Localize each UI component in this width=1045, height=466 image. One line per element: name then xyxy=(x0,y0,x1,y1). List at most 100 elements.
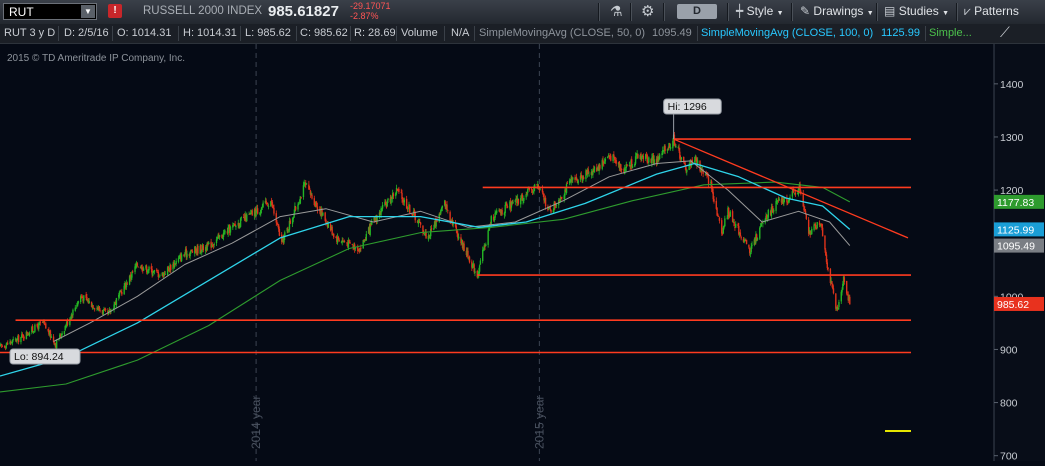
candle-body xyxy=(467,250,469,258)
candle-body xyxy=(648,157,650,163)
candle-body xyxy=(838,302,840,307)
candle-body xyxy=(43,320,45,324)
divider xyxy=(178,26,179,41)
candle-body xyxy=(300,197,302,199)
candle-body xyxy=(322,212,324,216)
candle-body xyxy=(148,266,150,271)
candle-body xyxy=(403,199,406,203)
plot-background xyxy=(0,44,994,461)
candle-body xyxy=(686,169,688,173)
patterns-button[interactable]: ⩗ Patterns xyxy=(964,4,1019,19)
y-tick-label: 800 xyxy=(1000,398,1018,410)
sma50-label[interactable]: SimpleMovingAvg (CLOSE, 50, 0) xyxy=(479,27,645,39)
sma100-label[interactable]: SimpleMovingAvg (CLOSE, 100, 0) xyxy=(701,27,873,39)
candle-body xyxy=(794,192,797,195)
candle-body xyxy=(104,308,107,310)
chevron-down-icon: ▼ xyxy=(866,10,874,17)
candle-body xyxy=(159,275,161,277)
candle-body xyxy=(99,310,101,312)
candle-body xyxy=(544,197,547,207)
last-price: 985.61827 xyxy=(268,3,339,20)
candle-body xyxy=(302,185,305,198)
chevron-down-icon: ▼ xyxy=(776,10,784,17)
candle-body xyxy=(718,217,721,221)
candle-body xyxy=(487,230,489,245)
candle-body xyxy=(1,345,4,347)
collapse-icon[interactable]: ⟋ xyxy=(1000,24,1010,41)
close-value: C: 985.62 xyxy=(300,27,348,39)
candle-body xyxy=(12,339,14,340)
candle-body xyxy=(164,274,167,275)
chart-label[interactable]: RUT 3 y D xyxy=(4,27,55,39)
candle-body xyxy=(34,324,36,332)
candle-body xyxy=(843,277,846,282)
divider xyxy=(350,26,351,41)
toolbar-divider xyxy=(956,3,958,21)
candle-body xyxy=(31,326,34,332)
gear-icon[interactable]: ⚙ xyxy=(641,2,654,20)
candle-body xyxy=(360,247,362,249)
candle-body xyxy=(338,239,340,242)
candle-body xyxy=(153,270,156,272)
divider xyxy=(444,26,445,41)
candle-body xyxy=(409,204,411,213)
candle-body xyxy=(539,188,541,190)
sma200-label[interactable]: Simple... xyxy=(929,27,972,39)
price-tag-label: 1095.49 xyxy=(997,241,1035,253)
candle-body xyxy=(760,222,763,227)
candle-body xyxy=(137,266,139,268)
price-chart[interactable]: 2013 year2014 year2015 year 700800900100… xyxy=(0,44,1045,463)
candle-body xyxy=(83,295,85,301)
candle-body xyxy=(773,210,775,212)
candle-body xyxy=(724,218,726,227)
candle-body xyxy=(157,271,160,277)
pencil-icon: ✎ xyxy=(800,4,811,18)
low-value: L: 985.62 xyxy=(245,27,291,39)
candle-body xyxy=(613,154,615,157)
candle-body xyxy=(294,206,297,210)
instrument-name: RUSSELL 2000 INDEX xyxy=(143,5,263,17)
candle-body xyxy=(297,204,299,210)
candle-body xyxy=(762,222,764,224)
candle-body xyxy=(748,244,750,248)
y-tick-label: 700 xyxy=(1000,451,1018,461)
candle-body xyxy=(514,200,517,202)
candle-body xyxy=(756,237,759,241)
toolbar-divider xyxy=(663,3,665,21)
drawings-label: Drawings xyxy=(813,4,864,18)
candle-body xyxy=(224,231,226,233)
candle-body xyxy=(77,301,80,303)
candle-body xyxy=(305,183,308,185)
divider xyxy=(112,26,113,41)
candle-body xyxy=(213,243,215,245)
hi-label: Hi: 1296 xyxy=(668,101,707,113)
y-tick-label: 1300 xyxy=(1000,132,1024,144)
candle-body xyxy=(626,164,628,167)
volume-label[interactable]: Volume xyxy=(401,27,438,39)
chevron-down-icon[interactable]: ▼ xyxy=(81,5,95,18)
candle-body xyxy=(811,228,813,235)
divider xyxy=(240,26,241,41)
chart-area[interactable]: 2013 year2014 year2015 year 700800900100… xyxy=(0,44,1045,463)
drawings-button[interactable]: ✎ Drawings ▼ xyxy=(800,4,874,18)
symbol-text[interactable]: RUT xyxy=(9,5,34,19)
candle-body xyxy=(484,246,486,248)
cursor-marker xyxy=(885,430,911,432)
candle-body xyxy=(658,154,661,159)
candle-body xyxy=(316,206,319,210)
style-button[interactable]: ┿ Style ▼ xyxy=(736,4,784,18)
symbol-selector[interactable]: RUT ▼ xyxy=(3,3,97,20)
flag-icon[interactable]: ! xyxy=(108,4,122,18)
candle-body xyxy=(479,260,482,265)
candle-body xyxy=(675,146,677,148)
candle-body xyxy=(566,182,569,184)
flask-icon[interactable]: ⚗ xyxy=(610,3,623,20)
candle-body xyxy=(28,332,31,336)
studies-button[interactable]: ▤ Studies ▼ xyxy=(884,4,949,18)
candle-body xyxy=(273,207,275,214)
candle-body xyxy=(407,207,409,209)
candle-body xyxy=(387,198,389,201)
candle-body xyxy=(735,223,737,228)
aggregation-button[interactable]: D xyxy=(677,4,717,19)
candle-body xyxy=(821,227,824,237)
